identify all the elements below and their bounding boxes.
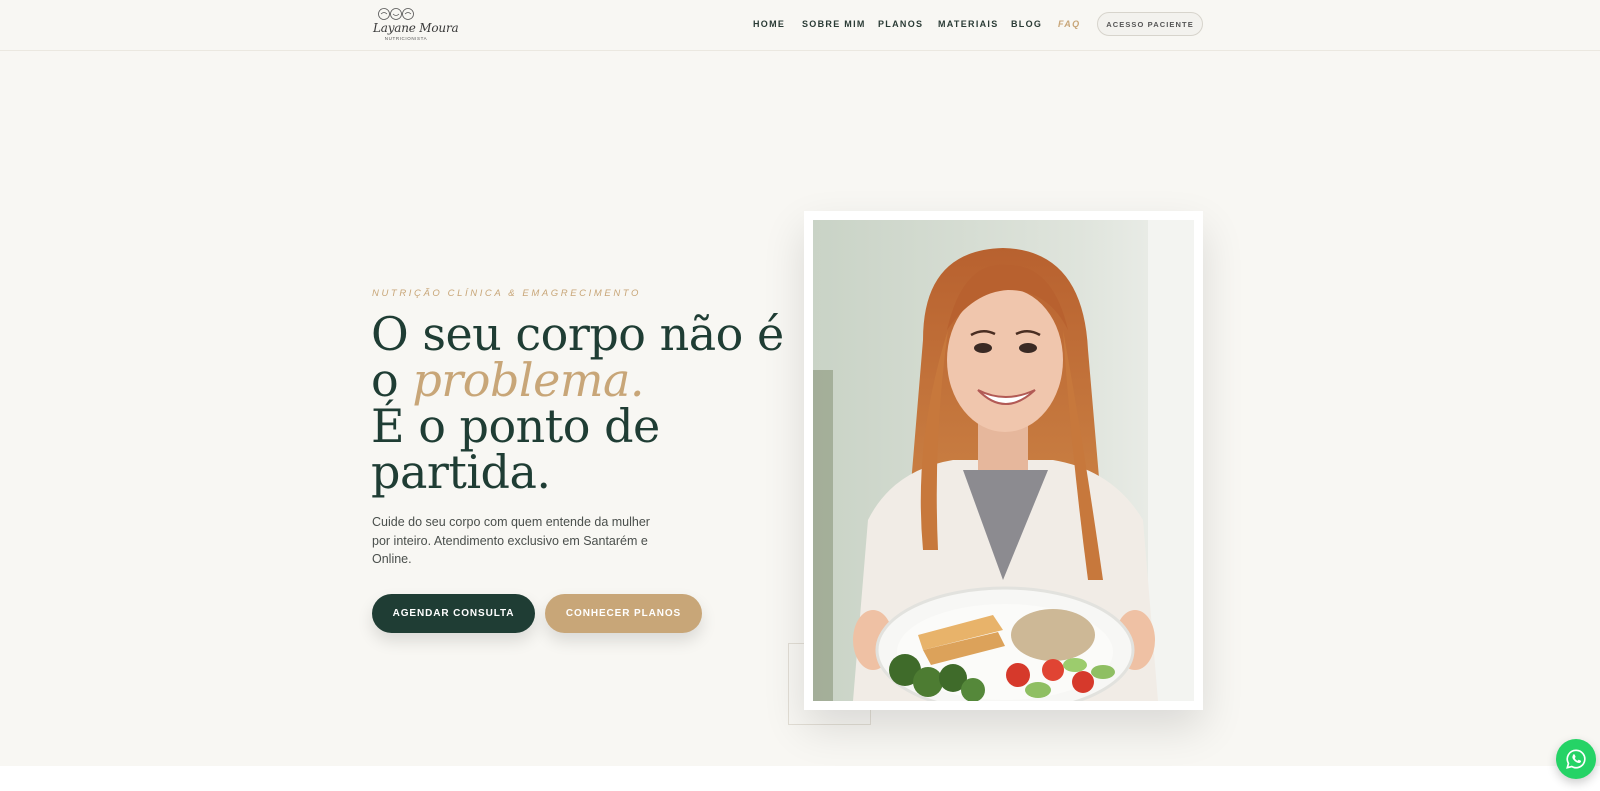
hero-subtitle: Cuide do seu corpo com quem entende da m… (372, 515, 650, 566)
next-section-edge (0, 766, 1600, 791)
schedule-consultation-button[interactable]: AGENDAR CONSULTA (372, 594, 535, 633)
hero-photo-frame (804, 211, 1203, 710)
view-plans-button[interactable]: CONHECER PLANOS (545, 594, 702, 633)
site-header: Layane Moura NUTRICIONISTA HOME SOBRE MI… (0, 0, 1600, 51)
nav-faq[interactable]: FAQ (1058, 18, 1080, 30)
nav-materiais[interactable]: MATERIAIS (938, 18, 999, 30)
main-nav: HOME SOBRE MIM PLANOS MATERIAIS BLOG FAQ (0, 0, 1600, 48)
headline-line-2: o problema. (371, 357, 791, 403)
nutritionist-portrait-illustration (813, 220, 1194, 701)
nav-sobre-mim[interactable]: SOBRE MIM (802, 18, 866, 30)
landing-page: Layane Moura NUTRICIONISTA HOME SOBRE MI… (0, 0, 1600, 791)
whatsapp-icon (1566, 749, 1586, 769)
nav-planos[interactable]: PLANOS (878, 18, 923, 30)
whatsapp-button[interactable] (1556, 739, 1596, 779)
headline-line-1: O seu corpo não é (371, 307, 784, 361)
nav-home[interactable]: HOME (753, 18, 785, 30)
patient-access-button[interactable]: ACESSO PACIENTE (1097, 12, 1203, 36)
nav-blog[interactable]: BLOG (1011, 18, 1042, 30)
hero-photo (813, 220, 1194, 701)
headline-line-4: partida. (371, 445, 551, 499)
hero-eyebrow: NUTRIÇÃO CLÍNICA & EMAGRECIMENTO (372, 288, 641, 299)
headline-line-3: É o ponto de (371, 399, 660, 453)
hero-headline: O seu corpo não é o problema. É o ponto … (371, 311, 791, 495)
